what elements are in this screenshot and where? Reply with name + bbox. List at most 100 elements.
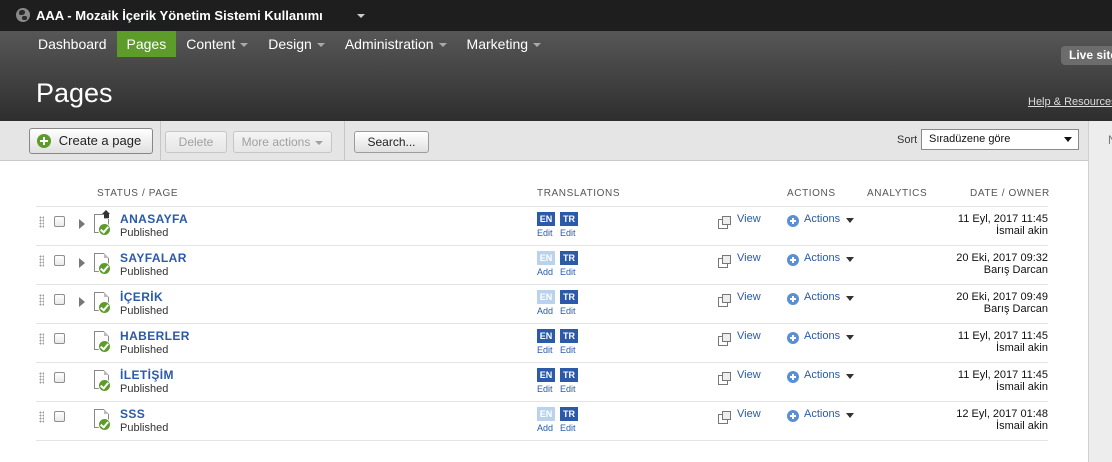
lang-badge-tr[interactable]: TR — [560, 407, 578, 421]
chevron-down-icon — [533, 43, 542, 48]
chevron-down-icon[interactable] — [846, 335, 854, 340]
actions-plus-icon[interactable] — [787, 410, 799, 422]
create-page-button[interactable]: Create a page — [29, 128, 153, 154]
actions-plus-icon[interactable] — [787, 215, 799, 227]
nav-item-marketing[interactable]: Marketing — [457, 31, 551, 57]
row-checkbox[interactable] — [54, 411, 65, 422]
published-check-icon — [98, 418, 111, 431]
more-actions-button[interactable]: More actions — [233, 131, 332, 153]
page-name-link[interactable]: İÇERİK — [120, 290, 163, 304]
row-checkbox[interactable] — [54, 333, 65, 344]
actions-plus-icon[interactable] — [787, 293, 799, 305]
nav-item-dashboard[interactable]: Dashboard — [28, 31, 117, 57]
actions-link[interactable]: Actions — [804, 330, 840, 342]
table-row[interactable]: ANASAYFA Published EN TR Edit Edit View Actions… — [36, 207, 1048, 246]
lang-badge-en[interactable]: EN — [537, 251, 555, 265]
external-view-icon[interactable] — [718, 411, 731, 424]
lang-badge-tr[interactable]: TR — [560, 290, 578, 304]
actions-link[interactable]: Actions — [804, 408, 840, 420]
view-link[interactable]: View — [737, 252, 761, 264]
translation-action-tr[interactable]: Edit — [560, 228, 576, 238]
lang-badge-en[interactable]: EN — [537, 368, 555, 382]
actions-plus-icon[interactable] — [787, 254, 799, 266]
view-link[interactable]: View — [737, 369, 761, 381]
lang-badge-tr[interactable]: TR — [560, 329, 578, 343]
header: Dashboard Pages Content Design Administratio… — [0, 31, 1112, 121]
drag-handle-icon[interactable] — [39, 255, 44, 267]
lang-badge-tr[interactable]: TR — [560, 368, 578, 382]
translation-action-tr[interactable]: Edit — [560, 423, 576, 433]
nav-item-content[interactable]: Content — [176, 31, 258, 57]
view-link[interactable]: View — [737, 408, 761, 420]
chevron-down-icon[interactable] — [357, 14, 365, 18]
expand-arrow-icon[interactable] — [79, 258, 85, 268]
nav-item-administration[interactable]: Administration — [335, 31, 457, 57]
row-checkbox[interactable] — [54, 255, 65, 266]
nav-item-pages[interactable]: Pages — [116, 31, 177, 57]
external-view-icon[interactable] — [718, 294, 731, 307]
translation-action-en[interactable]: Edit — [537, 345, 553, 355]
page-name-link[interactable]: ANASAYFA — [120, 212, 188, 226]
view-link[interactable]: View — [737, 291, 761, 303]
translation-action-tr[interactable]: Edit — [560, 345, 576, 355]
translation-action-en[interactable]: Edit — [537, 384, 553, 394]
site-title[interactable]: AAA - Mozaik İçerik Yönetim Sistemi Kull… — [36, 8, 323, 23]
page-name-link[interactable]: HABERLER — [120, 329, 190, 343]
translation-action-en[interactable]: Add — [537, 423, 553, 433]
view-link[interactable]: View — [737, 330, 761, 342]
lang-badge-en[interactable]: EN — [537, 407, 555, 421]
expand-arrow-icon[interactable] — [79, 297, 85, 307]
table-row[interactable]: İLETİŞİM Published EN TR Edit Edit View Actions… — [36, 363, 1048, 402]
drag-handle-icon[interactable] — [39, 333, 44, 345]
expand-arrow-icon[interactable] — [79, 219, 85, 229]
nav-item-design[interactable]: Design — [258, 31, 335, 57]
row-checkbox[interactable] — [54, 372, 65, 383]
row-checkbox[interactable] — [54, 294, 65, 305]
lang-badge-en[interactable]: EN — [537, 290, 555, 304]
table-row[interactable]: İÇERİK Published EN TR Add Edit View Actions 20 … — [36, 285, 1048, 324]
delete-button[interactable]: Delete — [165, 131, 227, 153]
live-site-button[interactable]: Live site — [1061, 46, 1112, 65]
translation-action-en[interactable]: Edit — [537, 228, 553, 238]
table-row[interactable]: SSS Published EN TR Add Edit View Actions 12 Eyl… — [36, 402, 1048, 441]
row-checkbox[interactable] — [54, 216, 65, 227]
drag-handle-icon[interactable] — [39, 372, 44, 384]
lang-badge-en[interactable]: EN — [537, 329, 555, 343]
external-view-icon[interactable] — [718, 255, 731, 268]
translation-action-en[interactable]: Add — [537, 306, 553, 316]
chevron-down-icon[interactable] — [846, 413, 854, 418]
translation-action-tr[interactable]: Edit — [560, 267, 576, 277]
sort-select[interactable]: Sıradüzene göre — [921, 129, 1079, 150]
actions-link[interactable]: Actions — [804, 291, 840, 303]
side-panel[interactable]: N — [1088, 121, 1112, 462]
external-view-icon[interactable] — [718, 333, 731, 346]
drag-handle-icon[interactable] — [39, 411, 44, 423]
view-link[interactable]: View — [737, 213, 761, 225]
drag-handle-icon[interactable] — [39, 294, 44, 306]
table-row[interactable]: SAYFALAR Published EN TR Add Edit View Actions 2… — [36, 246, 1048, 285]
drag-handle-icon[interactable] — [39, 216, 44, 228]
help-resources-link[interactable]: Help & Resources — [1028, 96, 1112, 108]
page-name-link[interactable]: SSS — [120, 407, 145, 421]
search-button[interactable]: Search... — [354, 131, 429, 153]
external-view-icon[interactable] — [718, 216, 731, 229]
lang-badge-tr[interactable]: TR — [560, 251, 578, 265]
page-name-link[interactable]: İLETİŞİM — [120, 368, 174, 382]
lang-badge-tr[interactable]: TR — [560, 212, 578, 226]
translation-action-tr[interactable]: Edit — [560, 306, 576, 316]
actions-plus-icon[interactable] — [787, 371, 799, 383]
external-view-icon[interactable] — [718, 372, 731, 385]
translation-action-tr[interactable]: Edit — [560, 384, 576, 394]
page-name-link[interactable]: SAYFALAR — [120, 251, 187, 265]
actions-plus-icon[interactable] — [787, 332, 799, 344]
chevron-down-icon[interactable] — [846, 374, 854, 379]
chevron-down-icon[interactable] — [846, 257, 854, 262]
actions-link[interactable]: Actions — [804, 369, 840, 381]
chevron-down-icon[interactable] — [846, 296, 854, 301]
translation-action-en[interactable]: Add — [537, 267, 553, 277]
actions-link[interactable]: Actions — [804, 252, 840, 264]
chevron-down-icon[interactable] — [846, 218, 854, 223]
actions-link[interactable]: Actions — [804, 213, 840, 225]
lang-badge-en[interactable]: EN — [537, 212, 555, 226]
table-row[interactable]: HABERLER Published EN TR Edit Edit View Actions… — [36, 324, 1048, 363]
